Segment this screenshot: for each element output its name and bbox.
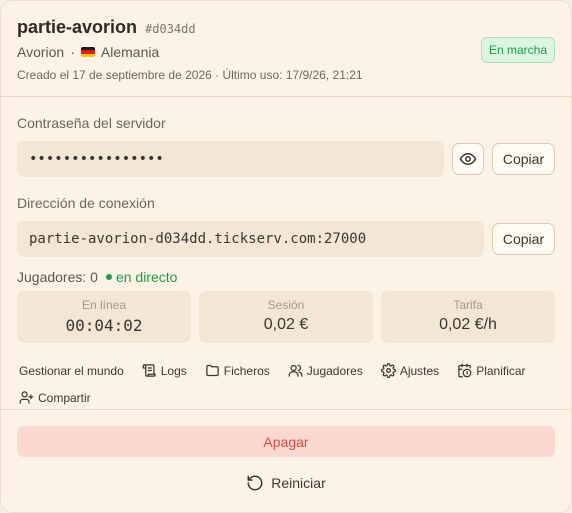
server-name: partie-avorion xyxy=(17,17,138,37)
toggle-password-button[interactable] xyxy=(452,143,484,175)
scroll-icon xyxy=(142,364,156,377)
server-country: Alemania xyxy=(100,44,160,60)
live-label: en directo xyxy=(115,269,178,285)
logs-label: Logs xyxy=(160,363,187,378)
stat-label: En línea xyxy=(81,298,127,312)
schedule-label: Planificar xyxy=(476,363,526,378)
share-button[interactable]: Compartir xyxy=(19,390,91,405)
user-plus-icon xyxy=(19,391,34,404)
players-label: Jugadores xyxy=(306,363,363,378)
stats-row: En línea 00:04:02 Sesión 0,02 € Tarifa 0… xyxy=(17,291,555,343)
server-card: partie-avorion #d034dd Avorion · Alemani… xyxy=(0,0,572,513)
logs-button[interactable]: Logs xyxy=(142,363,187,378)
stat-online: En línea 00:04:02 xyxy=(17,291,191,343)
users-icon xyxy=(288,364,303,377)
folder-icon xyxy=(206,364,219,377)
manage-world-button[interactable]: Gestionar el mundo xyxy=(19,363,124,378)
stat-value: 0,02 € xyxy=(263,316,309,333)
stop-button[interactable]: Apagar xyxy=(17,426,555,457)
actions-bar: Gestionar el mundo Logs Ficheros Jugador… xyxy=(1,343,571,405)
players-button[interactable]: Jugadores xyxy=(288,363,363,378)
connection-section: Dirección de conexión partie-avorion-d03… xyxy=(1,177,571,343)
share-label: Compartir xyxy=(38,390,91,405)
files-button[interactable]: Ficheros xyxy=(205,363,270,378)
password-section: Contraseña del servidor ••••••••••••••••… xyxy=(1,97,571,177)
players-count: Jugadores: 0 xyxy=(17,269,98,285)
files-label: Ficheros xyxy=(223,363,270,378)
footer: Apagar Reiniciar xyxy=(1,409,571,492)
manage-world-label: Gestionar el mundo xyxy=(19,363,124,378)
server-header: partie-avorion #d034dd Avorion · Alemani… xyxy=(1,1,571,97)
settings-label: Ajustes xyxy=(399,363,440,378)
connection-label: Dirección de conexión xyxy=(17,195,155,211)
live-dot-icon xyxy=(105,274,112,280)
password-label: Contraseña del servidor xyxy=(17,115,166,131)
schedule-button[interactable]: Planificar xyxy=(457,363,526,378)
restart-button[interactable]: Reiniciar xyxy=(17,474,555,492)
status-badge: En marcha xyxy=(480,37,555,63)
stat-value: 00:04:02 xyxy=(65,316,143,335)
copy-address-button[interactable]: Copiar xyxy=(492,223,555,255)
restart-label: Reiniciar xyxy=(271,475,326,491)
rotate-ccw-icon xyxy=(247,475,263,491)
stat-label: Tarifa xyxy=(453,298,483,312)
gear-icon xyxy=(380,363,396,378)
connection-address-field[interactable]: partie-avorion-d034dd.tickserv.com:27000 xyxy=(17,221,484,257)
separator: · xyxy=(70,44,75,60)
eye-icon xyxy=(459,153,477,165)
server-dates: Creado el 17 de septiembre de 2026 · Últ… xyxy=(17,68,363,82)
server-id: #d034dd xyxy=(145,22,196,36)
settings-button[interactable]: Ajustes xyxy=(380,363,440,378)
password-field[interactable]: •••••••••••••••• xyxy=(17,141,444,177)
stat-label: Sesión xyxy=(267,298,305,312)
stat-value: 0,02 €/h xyxy=(439,316,497,333)
players-status: Jugadores: 0 en directo xyxy=(17,269,555,285)
stat-session: Sesión 0,02 € xyxy=(199,291,373,343)
calendar-clock-icon xyxy=(458,363,472,378)
germany-flag-icon xyxy=(80,47,95,57)
game-name: Avorion xyxy=(17,44,65,60)
copy-password-button[interactable]: Copiar xyxy=(492,143,555,175)
stat-rate: Tarifa 0,02 €/h xyxy=(381,291,555,343)
live-indicator: en directo xyxy=(105,269,178,285)
